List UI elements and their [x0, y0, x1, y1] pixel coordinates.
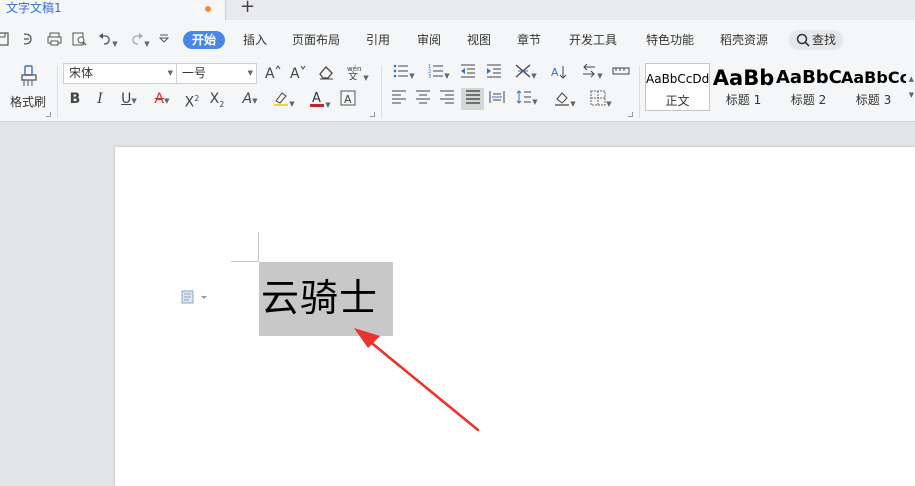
menu-references[interactable]: 引用	[366, 31, 390, 49]
phonetic-guide-icon[interactable]: wén 文 ▼	[343, 64, 371, 83]
character-border-icon[interactable]: A	[339, 90, 357, 108]
highlight-color-icon[interactable]: ▼	[270, 90, 298, 108]
paragraph-layout-icon[interactable]	[181, 289, 209, 304]
align-left-icon[interactable]	[390, 90, 408, 108]
justify-icon[interactable]	[461, 88, 484, 110]
show-hide-marks-icon[interactable]: ▼	[578, 63, 606, 82]
chevron-down-icon: ▼	[167, 69, 173, 77]
bold-icon[interactable]: B	[66, 90, 84, 108]
clipboard-dialog-launcher[interactable]	[46, 112, 51, 117]
borders-icon[interactable]: ▼	[587, 90, 615, 108]
svg-text:A: A	[344, 93, 352, 106]
style-heading-2[interactable]: AaBbC 标题 2	[776, 63, 841, 111]
margin-marker-vertical	[258, 232, 259, 261]
font-dialog-launcher[interactable]	[370, 112, 375, 117]
style-heading-1[interactable]: AaBb 标题 1	[711, 63, 776, 111]
search-button[interactable]: 查找	[789, 30, 843, 50]
strikethrough-icon[interactable]: A▼	[148, 90, 176, 108]
document-tab-title: 文字文稿1	[6, 1, 62, 15]
style-name: 标题 3	[855, 93, 892, 107]
font-size-select[interactable]: 一号 ▼	[176, 63, 257, 84]
format-painter-icon[interactable]	[19, 64, 39, 88]
styles-scroll-icon[interactable]: ▲	[909, 75, 914, 83]
print-preview-icon[interactable]	[71, 32, 87, 48]
print-icon[interactable]	[46, 32, 62, 48]
font-size-value: 一号	[182, 66, 207, 80]
menu-developer-tools[interactable]: 开发工具	[569, 31, 617, 49]
save-icon[interactable]	[0, 32, 10, 48]
style-normal[interactable]: AaBbCcDd 正文	[645, 63, 710, 111]
increase-indent-icon[interactable]	[485, 64, 503, 82]
sort-icon[interactable]: A	[550, 64, 568, 82]
redo-icon[interactable]: ▼	[128, 32, 152, 48]
style-preview: AaBbCc	[841, 68, 906, 87]
tab-stops-icon[interactable]	[612, 64, 630, 82]
grow-font-icon[interactable]: A	[264, 64, 282, 82]
paragraph-dialog-launcher[interactable]	[628, 112, 633, 117]
style-heading-3[interactable]: AaBbCc 标题 3	[841, 63, 906, 111]
style-preview: AaBb	[712, 66, 775, 90]
tab-strip: 文字文稿1 +	[0, 0, 915, 20]
ribbon-toolbar: 格式刷 宋体 ▼ 一号 ▼ A A wén 文 ▼ B I U▼ A▼ X2 X2 …	[0, 60, 915, 122]
style-name: 标题 2	[790, 93, 827, 107]
distributed-align-icon[interactable]	[488, 90, 506, 108]
document-page[interactable]	[115, 147, 915, 486]
search-label: 查找	[812, 33, 837, 47]
menu-special-features[interactable]: 特色功能	[646, 31, 694, 49]
font-name-value: 宋体	[69, 66, 94, 80]
style-name: 标题 1	[725, 93, 762, 107]
group-divider	[57, 66, 58, 118]
undo-icon[interactable]: ▼	[96, 32, 120, 48]
svg-text:A: A	[290, 66, 300, 80]
clear-formatting-icon[interactable]	[317, 64, 335, 82]
group-divider	[639, 66, 640, 118]
font-name-select[interactable]: 宋体 ▼	[63, 63, 177, 84]
shrink-font-icon[interactable]: A	[289, 64, 307, 82]
annotation-arrow-icon	[354, 328, 480, 432]
superscript-icon[interactable]: X2	[183, 90, 201, 111]
menu-review[interactable]: 审阅	[417, 31, 441, 49]
line-spacing-icon[interactable]: ▼	[513, 90, 541, 108]
svg-text:3: 3	[428, 74, 431, 78]
bullets-icon[interactable]: ▼	[390, 64, 418, 82]
chinese-layout-icon[interactable]: ▼	[512, 64, 540, 82]
style-name: 正文	[665, 94, 690, 108]
chevron-down-icon: ▼	[247, 69, 253, 77]
styles-scroll-down-icon[interactable]: ▼	[909, 91, 914, 99]
menu-insert[interactable]: 插入	[243, 31, 267, 49]
group-divider	[381, 66, 382, 118]
align-right-icon[interactable]	[438, 90, 456, 108]
style-preview: AaBbC	[776, 67, 841, 88]
menu-section[interactable]: 章节	[517, 31, 541, 49]
menu-home[interactable]: 开始	[183, 31, 226, 49]
numbering-icon[interactable]: 1 2 3 ▼	[425, 64, 453, 82]
shading-icon[interactable]: ▼	[551, 90, 579, 108]
underline-icon[interactable]: U▼	[115, 90, 143, 108]
new-tab-button[interactable]: +	[240, 0, 255, 16]
subscript-icon[interactable]: X2	[208, 90, 226, 109]
svg-text:A: A	[551, 66, 559, 79]
output-icon[interactable]	[20, 32, 36, 48]
document-tab[interactable]: 文字文稿1	[0, 0, 226, 20]
styles-gallery: AaBbCcDd 正文 AaBb 标题 1 AaBbC 标题 2 AaBbCc …	[644, 63, 915, 113]
document-text[interactable]: 云骑士	[261, 272, 378, 324]
font-color-icon[interactable]: A ▼	[306, 90, 334, 109]
unsaved-indicator	[205, 6, 211, 12]
menu-bar: ▼ ▼ 开始 插入 页面布局 引用 审阅 视图 章节 开发工具 特色功能 稻壳资…	[0, 20, 915, 60]
align-center-icon[interactable]	[414, 90, 432, 108]
menu-page-layout[interactable]: 页面布局	[292, 31, 340, 49]
text-effects-icon[interactable]: A▼	[236, 90, 264, 108]
italic-icon[interactable]: I	[91, 90, 109, 108]
svg-text:A: A	[312, 91, 321, 106]
search-icon	[796, 33, 810, 47]
format-painter-label[interactable]: 格式刷	[10, 93, 46, 110]
svg-text:文: 文	[348, 70, 358, 80]
decrease-indent-icon[interactable]	[459, 64, 477, 82]
style-preview: AaBbCcDd	[646, 72, 709, 86]
margin-marker-horizontal	[231, 261, 259, 262]
svg-text:A: A	[265, 66, 275, 80]
menu-view[interactable]: 视图	[467, 31, 491, 49]
customize-toolbar-icon[interactable]	[156, 32, 172, 48]
menu-docer-resources[interactable]: 稻壳资源	[720, 31, 768, 49]
